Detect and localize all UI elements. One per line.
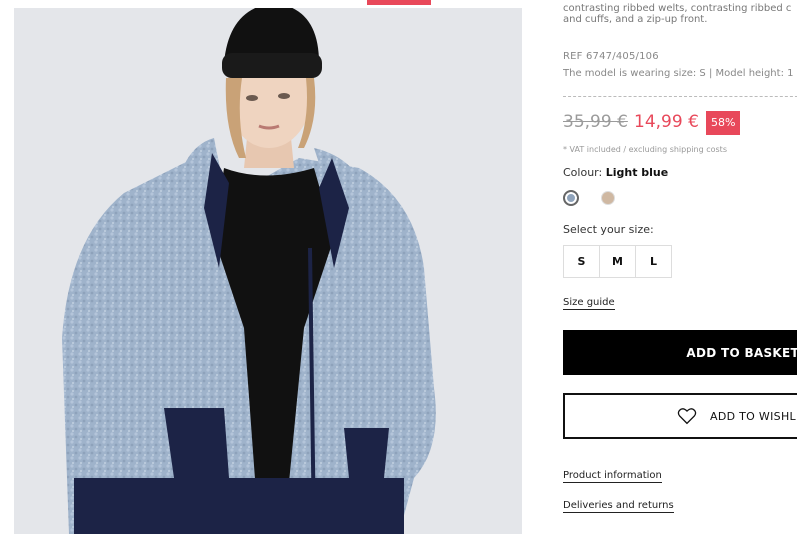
colour-value: Light blue — [605, 166, 669, 179]
deliveries-returns-link[interactable]: Deliveries and returns — [563, 500, 674, 513]
vat-note: * VAT included / excluding shipping cost… — [563, 145, 727, 154]
colour-label-text: Colour: — [563, 166, 603, 179]
size-option-s[interactable]: S — [563, 245, 600, 278]
wishlist-label: ADD TO WISHLIS — [710, 409, 797, 423]
sale-price: 14,99 € — [634, 112, 699, 132]
product-info-panel: contrasting ribbed welts, contrasting ri… — [563, 0, 797, 534]
product-information-link[interactable]: Product information — [563, 470, 662, 483]
model-photo — [14, 8, 522, 534]
size-label: Select your size: — [563, 223, 654, 236]
description-line: contrasting ribbed welts, contrasting ri… — [563, 3, 792, 14]
size-guide-link[interactable]: Size guide — [563, 297, 615, 310]
product-description: contrasting ribbed welts, contrasting ri… — [563, 3, 791, 25]
colour-label: Colour: Light blue — [563, 166, 668, 179]
size-option-l[interactable]: L — [635, 245, 672, 278]
old-price: 35,99 € — [563, 112, 628, 132]
description-line: and cuffs, and a zip-up front. — [563, 14, 708, 25]
swatch-beige[interactable] — [601, 191, 615, 205]
swatch-light-blue[interactable] — [563, 190, 579, 206]
discount-badge: 58% — [706, 111, 741, 135]
product-image[interactable] — [14, 8, 522, 534]
model-info: The model is wearing size: S | Model hei… — [563, 68, 794, 79]
divider — [563, 96, 797, 97]
product-ref: REF 6747/405/106 — [563, 51, 659, 62]
size-option-m[interactable]: M — [599, 245, 636, 278]
add-to-basket-button[interactable]: ADD TO BASKET — [563, 330, 797, 375]
heart-icon — [677, 408, 697, 425]
add-to-wishlist-button[interactable]: ADD TO WISHLIS — [563, 393, 797, 439]
size-selector: S M L — [563, 245, 672, 278]
active-tab-indicator — [367, 0, 431, 5]
